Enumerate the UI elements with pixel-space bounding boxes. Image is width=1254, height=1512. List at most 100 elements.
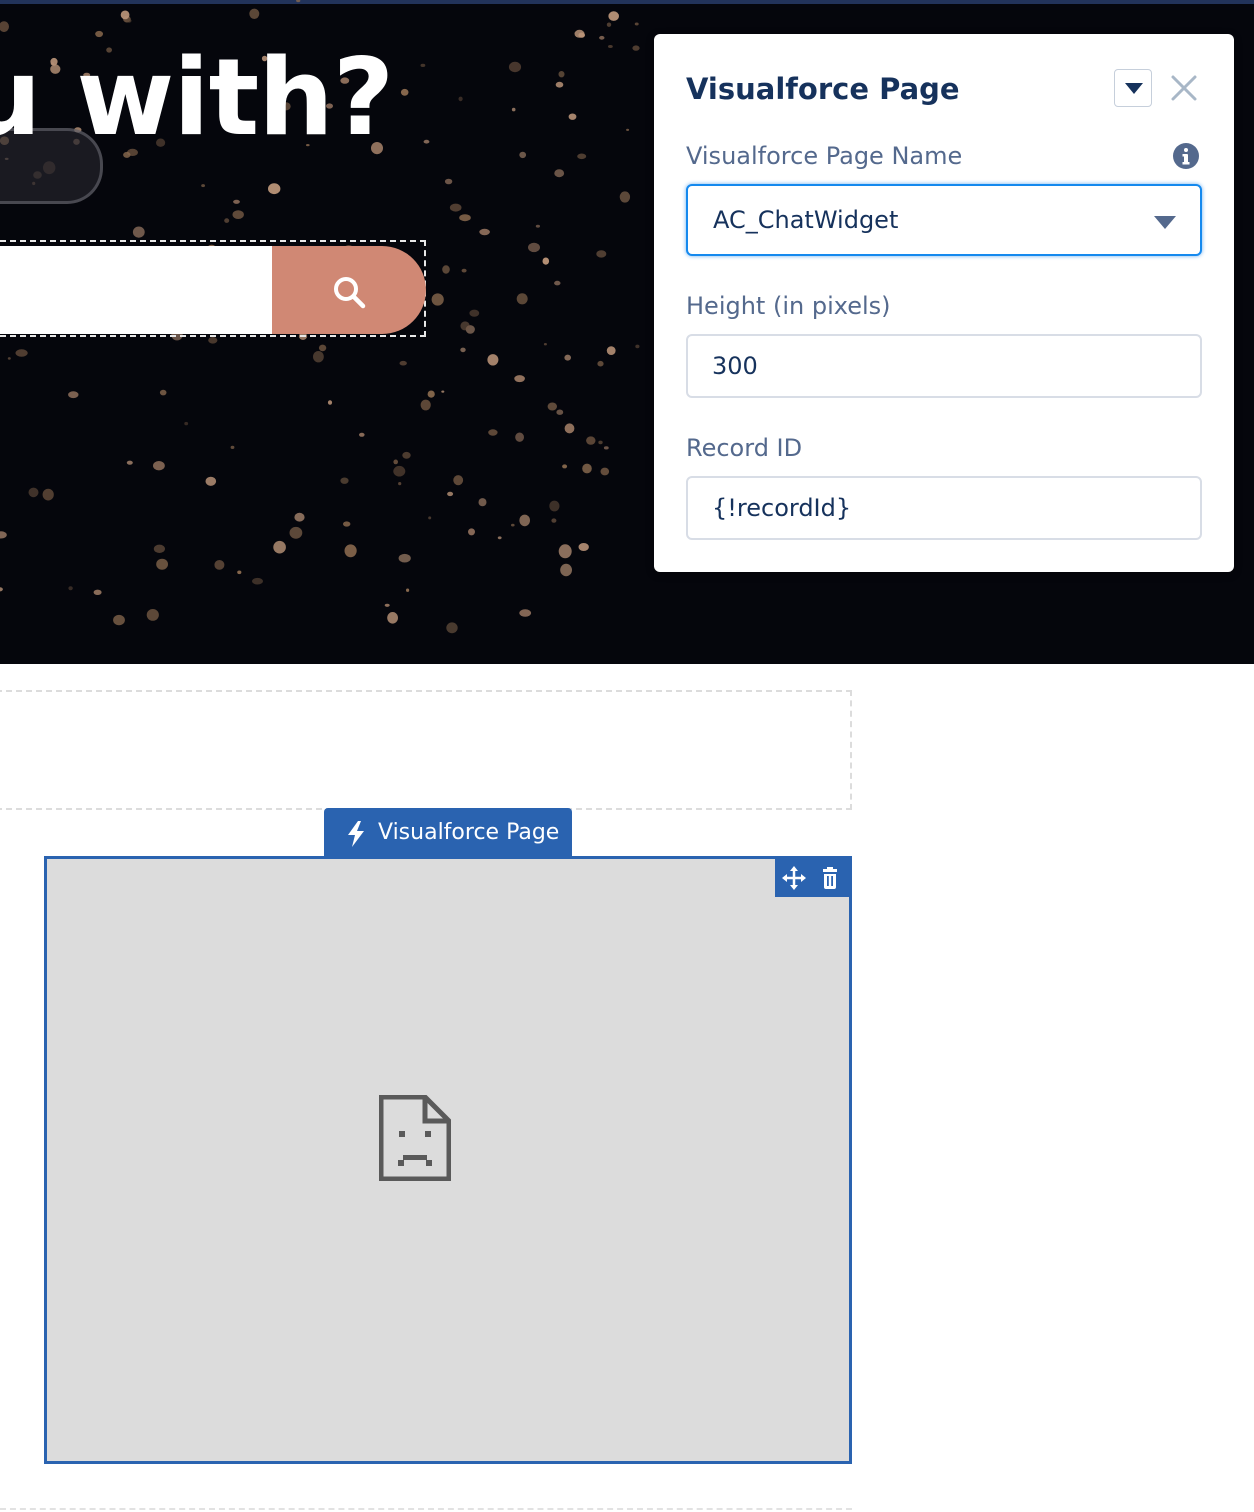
hero-particle [487, 354, 499, 366]
height-input[interactable] [686, 334, 1202, 398]
hero-particle [468, 528, 475, 536]
hero-particle [578, 543, 589, 551]
hero-particle [423, 139, 430, 144]
hero-particle [564, 423, 575, 434]
hero-particle [340, 477, 349, 484]
hero-particle [551, 518, 557, 523]
hero-particle [146, 609, 159, 621]
hero-particle [453, 475, 464, 486]
hero-particle [398, 482, 402, 486]
hero-particle [535, 224, 541, 228]
hero-particle [249, 8, 260, 19]
hero-particle [153, 544, 165, 553]
component-tag-label: Visualforce Page [378, 820, 560, 845]
hero-particle [237, 570, 242, 575]
hero-particle [93, 589, 102, 595]
lightning-bolt-icon [348, 821, 364, 847]
hero-particle [120, 10, 130, 20]
hero-particle [519, 514, 530, 527]
hero-particle [428, 516, 432, 520]
hero-particle [586, 436, 596, 445]
panel-title: Visualforce Page [686, 72, 960, 106]
hero-particle [42, 488, 54, 501]
hero-particle [582, 463, 592, 474]
hero-particle [126, 460, 133, 465]
hero-particle [514, 375, 525, 383]
hero-particle [596, 250, 607, 258]
hero-particle [549, 500, 560, 512]
hero-particle [230, 445, 235, 449]
property-editor-panel: Visualforce Page Visualforce Page Name A… [654, 34, 1234, 572]
hero-particle [441, 390, 445, 393]
page-name-label: Visualforce Page Name [686, 142, 963, 170]
hero-particle [635, 344, 640, 349]
chevron-down-icon [1154, 216, 1176, 229]
hero-particle [344, 544, 357, 558]
panel-menu-button[interactable] [1114, 69, 1152, 107]
hero-particle [427, 390, 435, 398]
hero-particle [560, 563, 572, 577]
hero-particle [543, 343, 547, 346]
close-icon[interactable] [1168, 72, 1200, 104]
hero-particle [626, 128, 630, 131]
hero-particle [461, 268, 467, 273]
component-tag[interactable]: Visualforce Page [324, 808, 572, 858]
record-id-label: Record ID [686, 434, 803, 462]
hero-particle [28, 487, 39, 498]
trash-icon[interactable] [817, 865, 843, 891]
hero-particle [359, 432, 365, 437]
hero-particle [469, 309, 480, 317]
hero-particle [515, 432, 524, 442]
hero-particle [558, 544, 572, 559]
hero-particle [547, 402, 557, 411]
hero-particle [511, 107, 516, 112]
search-button[interactable] [272, 246, 426, 334]
hero-particle [598, 440, 603, 445]
hero-particle [384, 603, 390, 607]
hero-particle [113, 614, 125, 626]
hero-particle [528, 242, 540, 253]
page-name-value: AC_ChatWidget [713, 206, 899, 234]
hero-particle [442, 265, 450, 274]
hero-particle [574, 29, 585, 38]
hero-particle [205, 476, 217, 486]
hero-particle [402, 451, 411, 459]
hero-particle [406, 588, 410, 592]
hero-particle [444, 178, 453, 185]
hero-particle [600, 467, 610, 476]
hero-particle [634, 22, 639, 26]
hero-particle [619, 191, 631, 203]
empty-drop-region[interactable] [0, 690, 852, 810]
hero-particle [554, 280, 561, 286]
hero-particle [252, 577, 263, 585]
hero-particle [184, 421, 189, 426]
hero-particle [478, 498, 487, 507]
hero-particle [273, 540, 286, 554]
info-icon[interactable] [1172, 142, 1200, 170]
hero-particle [153, 461, 165, 471]
search-icon [334, 277, 366, 309]
hero-particle [399, 360, 407, 366]
search-input[interactable] [0, 246, 272, 334]
hero-particle [460, 347, 466, 353]
section-divider [0, 1508, 852, 1510]
hero-particle [0, 531, 7, 539]
hero-particle [556, 409, 564, 415]
visualforce-component-frame[interactable] [44, 856, 852, 1464]
hero-particle [516, 293, 528, 305]
page-name-select[interactable]: AC_ChatWidget [686, 184, 1202, 256]
hero-particle [393, 459, 399, 465]
record-id-input[interactable] [686, 476, 1202, 540]
move-icon[interactable] [781, 865, 807, 891]
hero-particle [449, 203, 462, 212]
search-component-selection[interactable] [0, 240, 426, 337]
hero-particle [68, 391, 79, 399]
hero-particle [508, 61, 522, 73]
hero-particle [126, 18, 132, 23]
hero-particle [577, 153, 587, 160]
hero-particle [555, 81, 564, 88]
hero-particle [296, 0, 301, 3]
hero-particle [343, 521, 351, 527]
hero-particle [519, 609, 532, 617]
hero-particle [0, 587, 3, 592]
